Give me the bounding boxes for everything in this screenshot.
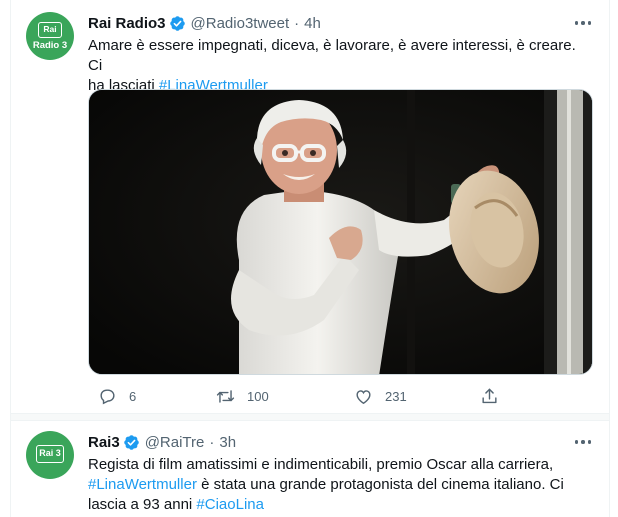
- timestamp[interactable]: 4h: [304, 15, 321, 32]
- share-icon: [482, 388, 497, 403]
- hashtag-link[interactable]: #CiaoLina: [196, 496, 264, 513]
- tweet-header: Rai3 @RaiTre · 3h: [88, 432, 236, 452]
- reply-button[interactable]: 6: [98, 386, 136, 406]
- author-name[interactable]: Rai3: [88, 434, 120, 451]
- tweet-divider: [11, 413, 609, 421]
- separator: ·: [294, 14, 300, 32]
- separator: ·: [209, 433, 215, 451]
- share-button[interactable]: [480, 386, 499, 406]
- retweet-button[interactable]: 100: [216, 386, 269, 406]
- photo-image: [89, 90, 592, 374]
- avatar-logo: Rai: [38, 22, 62, 38]
- text-line: Regista di film amatissimi e indimentica…: [88, 456, 554, 473]
- like-button[interactable]: 231: [354, 386, 407, 406]
- tweet-text: Amare è essere impegnati, diceva, è lavo…: [88, 36, 593, 96]
- tweet-actions: 6 100 231: [88, 386, 593, 406]
- more-button[interactable]: [569, 432, 597, 452]
- verified-badge-icon: [169, 15, 185, 31]
- like-count: 231: [385, 388, 407, 404]
- more-icon: [574, 440, 592, 444]
- author-name[interactable]: Rai Radio3: [88, 15, 166, 32]
- hashtag-link[interactable]: #LinaWertmuller: [88, 476, 197, 493]
- author-handle[interactable]: @RaiTre: [145, 434, 205, 451]
- tweet-header: Rai Radio3 @Radio3tweet · 4h: [88, 13, 321, 33]
- verified-badge-icon: [123, 434, 139, 450]
- tweet[interactable]: Rai 3 Rai3 @RaiTre · 3h Regista di film …: [11, 421, 609, 517]
- avatar-subtitle: Radio 3: [32, 40, 68, 51]
- text-line: Amare è essere impegnati, diceva, è lavo…: [88, 37, 576, 74]
- retweet-icon: [216, 389, 235, 403]
- retweet-count: 100: [247, 388, 269, 404]
- text-line: è stata una grande protagonista del cine…: [196, 476, 564, 493]
- avatar[interactable]: Rai 3: [26, 431, 74, 479]
- like-icon: [356, 389, 371, 404]
- timestamp[interactable]: 3h: [219, 434, 236, 451]
- more-button[interactable]: [569, 13, 597, 33]
- avatar[interactable]: Rai Radio 3: [26, 12, 74, 60]
- tweet[interactable]: Rai Radio 3 Rai Radio3 @Radio3tweet · 4h…: [11, 0, 609, 412]
- text-line: lascia a 93 anni: [88, 496, 197, 513]
- tweet-photo[interactable]: [88, 89, 593, 375]
- author-handle[interactable]: @Radio3tweet: [191, 15, 290, 32]
- tweet-text: Regista di film amatissimi e indimentica…: [88, 455, 593, 515]
- more-icon: [574, 21, 592, 25]
- reply-count: 6: [129, 388, 137, 404]
- avatar-logo: Rai 3: [36, 445, 64, 463]
- timeline: Rai Radio 3 Rai Radio3 @Radio3tweet · 4h…: [10, 0, 610, 517]
- reply-icon: [100, 388, 115, 404]
